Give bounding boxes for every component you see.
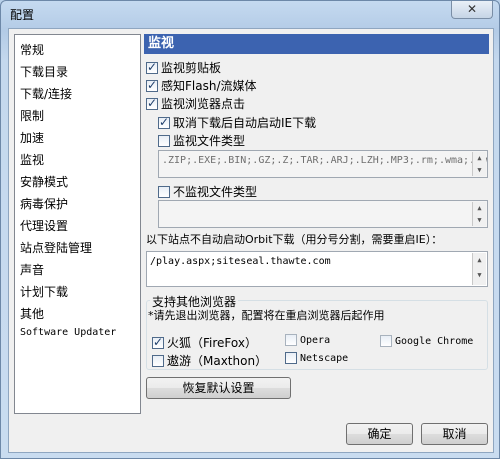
sidebar-item-limits[interactable]: 限制 [20,107,44,124]
checkbox-box [285,334,297,346]
sites-input[interactable]: /play.aspx;siteseal.thawte.com ▲ ▼ [146,251,488,287]
window-title: 配置 [10,8,35,22]
cancel-then-ie-checkbox[interactable]: 取消下载后自动启动IE下载 [158,114,316,131]
panel-title: 监视 [144,34,489,54]
cancel-button[interactable]: 取消 [421,423,488,445]
file-types-value: .ZIP;.EXE;.BIN;.GZ;.Z;.TAR;.ARJ;.LZH;.MP… [162,155,488,166]
sidebar-item-schedule[interactable]: 计划下载 [20,283,68,300]
checkbox-label: 遨游（Maxthon） [167,354,268,368]
sidebar-item-virus-protection[interactable]: 病毒保护 [20,195,68,212]
scroll-down-icon: ▼ [477,216,482,224]
monitor-clipboard-checkbox[interactable]: 监视剪贴板 [146,59,221,76]
scroll-up-icon: ▲ [477,256,482,264]
checkbox-box [158,185,170,198]
checkbox-label: Opera [300,334,331,346]
checkbox-label: 取消下载后自动启动IE下载 [173,116,317,130]
sidebar-item-acceleration[interactable]: 加速 [20,129,44,146]
sidebar-item-other[interactable]: 其他 [20,305,44,322]
title-bar: 配置 ✕ [1,1,499,27]
sites-label: 以下站点不自动启动Orbit下载（用分号分割，需要重启IE）： [146,233,443,246]
checkbox-box [285,352,297,364]
checkbox-box [158,134,170,147]
sidebar-item-quiet-mode[interactable]: 安静模式 [20,173,68,190]
client-area: 常规 下载目录 下载/连接 限制 加速 监视 安静模式 病毒保护 代理设置 站点… [8,28,494,453]
category-list: 常规 下载目录 下载/连接 限制 加速 监视 安静模式 病毒保护 代理设置 站点… [14,34,141,414]
scroll-down-icon: ▼ [477,271,482,279]
sites-scrollbar[interactable]: ▲ ▼ [472,253,486,285]
checkbox-label: 监视剪贴板 [161,61,222,75]
file-types-scrollbar[interactable]: ▲ ▼ [472,152,486,176]
ok-button[interactable]: 确定 [346,423,413,445]
maxthon-checkbox[interactable]: 遨游（Maxthon） [152,352,267,369]
sidebar-item-software-updater[interactable]: Software Updater [20,327,116,338]
checkbox-box [146,60,158,74]
checkbox-label: 火狐（FireFox） [167,336,257,350]
sites-value: /play.aspx;siteseal.thawte.com [150,256,331,267]
checkbox-box [152,335,164,349]
close-icon: ✕ [466,2,478,16]
chrome-checkbox[interactable]: Google Chrome [380,335,473,347]
sidebar-item-site-login[interactable]: 站点登陆管理 [20,239,92,256]
opera-checkbox[interactable]: Opera [285,334,330,346]
checkbox-label: 不监视文件类型 [173,185,258,199]
sidebar-item-sound[interactable]: 声音 [20,261,44,278]
sidebar-item-proxy[interactable]: 代理设置 [20,217,68,234]
sidebar-item-download-dir[interactable]: 下载目录 [20,63,68,80]
scroll-up-icon: ▲ [477,204,482,212]
monitor-browser-click-checkbox[interactable]: 监视浏览器点击 [146,95,245,112]
checkbox-label: Netscape [300,352,349,364]
checkbox-box [158,115,170,129]
monitor-file-types-checkbox[interactable]: 监视文件类型 [158,132,245,149]
checkbox-label: 感知Flash/流媒体 [161,79,257,93]
detect-flash-checkbox[interactable]: 感知Flash/流媒体 [146,77,257,94]
checkbox-label: Google Chrome [395,335,474,347]
scroll-down-icon: ▼ [477,166,482,174]
sidebar-item-monitor[interactable]: 监视 [20,151,44,168]
not-monitor-file-types-input[interactable]: ▲ ▼ [158,200,488,228]
netscape-checkbox[interactable]: Netscape [285,352,348,364]
checkbox-label: 监视文件类型 [173,134,246,148]
checkbox-label: 监视浏览器点击 [161,97,246,111]
config-window: 配置 ✕ 常规 下载目录 下载/连接 限制 加速 监视 安静模式 病毒保护 代理… [0,0,500,459]
restore-defaults-button[interactable]: 恢复默认设置 [146,377,291,399]
checkbox-box [146,96,158,110]
close-button[interactable]: ✕ [451,1,493,19]
checkbox-box [152,354,164,367]
checkbox-box [380,335,392,347]
firefox-checkbox[interactable]: 火狐（FireFox） [152,334,257,351]
browsers-note: *请先退出浏览器，配置将在重启浏览器后起作用 [148,309,385,322]
not-monitor-file-types-checkbox[interactable]: 不监视文件类型 [158,183,257,200]
checkbox-box [146,78,158,92]
scroll-up-icon: ▲ [477,154,482,162]
file-types-input[interactable]: .ZIP;.EXE;.BIN;.GZ;.Z;.TAR;.ARJ;.LZH;.MP… [158,150,488,178]
sidebar-item-general[interactable]: 常规 [20,41,44,58]
monitor-panel: 监视 监视剪贴板 感知Flash/流媒体 监视浏览器点击 取消下载后自动启动IE… [144,34,489,414]
sidebar-item-download-connection[interactable]: 下载/连接 [20,85,72,102]
not-monitor-scrollbar[interactable]: ▲ ▼ [472,202,486,226]
